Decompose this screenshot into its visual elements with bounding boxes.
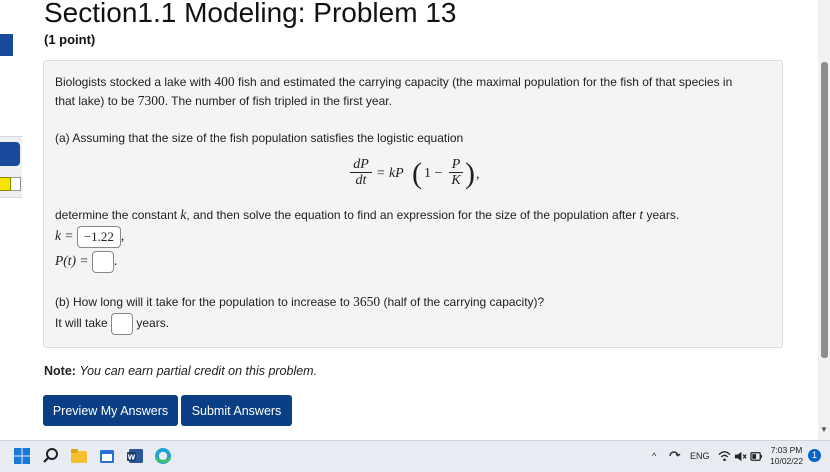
carrying-capacity-value: 7300 xyxy=(137,93,165,108)
part-a-text: (a) Assuming that the size of the fish p… xyxy=(55,131,464,145)
determine-text: determine the constant k, and then solve… xyxy=(55,207,680,222)
edge-browser-icon[interactable] xyxy=(154,447,172,465)
cloud-sync-icon[interactable] xyxy=(667,449,681,463)
note: Note: You can earn partial credit on thi… xyxy=(44,364,318,378)
toggle-track[interactable] xyxy=(10,177,21,191)
right-paren: ) xyxy=(465,157,475,190)
sidebar-tab[interactable] xyxy=(0,34,13,56)
one-minus: 1 − xyxy=(424,166,443,181)
intro-line-2: that lake) to be 7300. The number of fis… xyxy=(55,93,392,108)
chevron-up-icon[interactable]: ^ xyxy=(652,441,656,472)
speaker-muted-icon[interactable] xyxy=(734,450,747,463)
scrollbar-thumb[interactable] xyxy=(821,62,828,358)
part-b-text: (b) How long will it take for the popula… xyxy=(55,294,545,309)
submit-answers-button[interactable]: Submit Answers xyxy=(181,395,292,426)
years-answer-row: It will take years. xyxy=(55,313,169,335)
svg-text:W: W xyxy=(128,454,136,462)
wifi-icon[interactable] xyxy=(718,450,731,463)
k-label: k = xyxy=(55,228,74,244)
notification-badge[interactable]: 1 xyxy=(808,449,821,462)
equals-kp: = kP xyxy=(376,166,404,181)
scroll-down-icon[interactable]: ▼ xyxy=(818,425,830,434)
points-label: (1 point) xyxy=(44,32,96,47)
word-icon[interactable]: W xyxy=(126,447,144,465)
file-explorer-icon[interactable] xyxy=(70,447,88,465)
language-indicator[interactable]: ENG xyxy=(690,441,710,472)
k-answer-row: k = −1.22, xyxy=(55,226,124,248)
pt-label: P(t) = xyxy=(55,253,89,269)
left-sidebar xyxy=(0,0,22,440)
search-icon[interactable] xyxy=(42,447,60,465)
lhs-fraction: dP dt xyxy=(350,157,372,189)
left-paren: ( xyxy=(412,157,422,190)
intro-line-1: Biologists stocked a lake with 400 fish … xyxy=(55,74,733,89)
battery-icon[interactable] xyxy=(750,450,763,463)
windows-start-icon[interactable] xyxy=(13,447,31,465)
pt-answer-row: P(t) = . xyxy=(55,251,117,273)
k-answer-field[interactable]: −1.22 xyxy=(76,226,121,248)
toggle-switch[interactable] xyxy=(0,177,11,191)
page-title: Section1.1 Modeling: Problem 13 xyxy=(44,0,457,28)
inner-fraction: P K xyxy=(449,157,463,189)
calendar-app-icon[interactable] xyxy=(98,447,116,465)
years-answer-field[interactable] xyxy=(111,313,134,335)
pt-answer-field[interactable] xyxy=(91,251,114,273)
taskbar: W ^ ENG 7:03 PM 10/02/22 1 xyxy=(0,440,830,472)
sidebar-button[interactable] xyxy=(0,142,20,166)
preview-answers-button[interactable]: Preview My Answers xyxy=(43,395,178,426)
initial-fish-value: 400 xyxy=(214,74,235,89)
clock[interactable]: 7:03 PM 10/02/22 xyxy=(770,445,803,467)
